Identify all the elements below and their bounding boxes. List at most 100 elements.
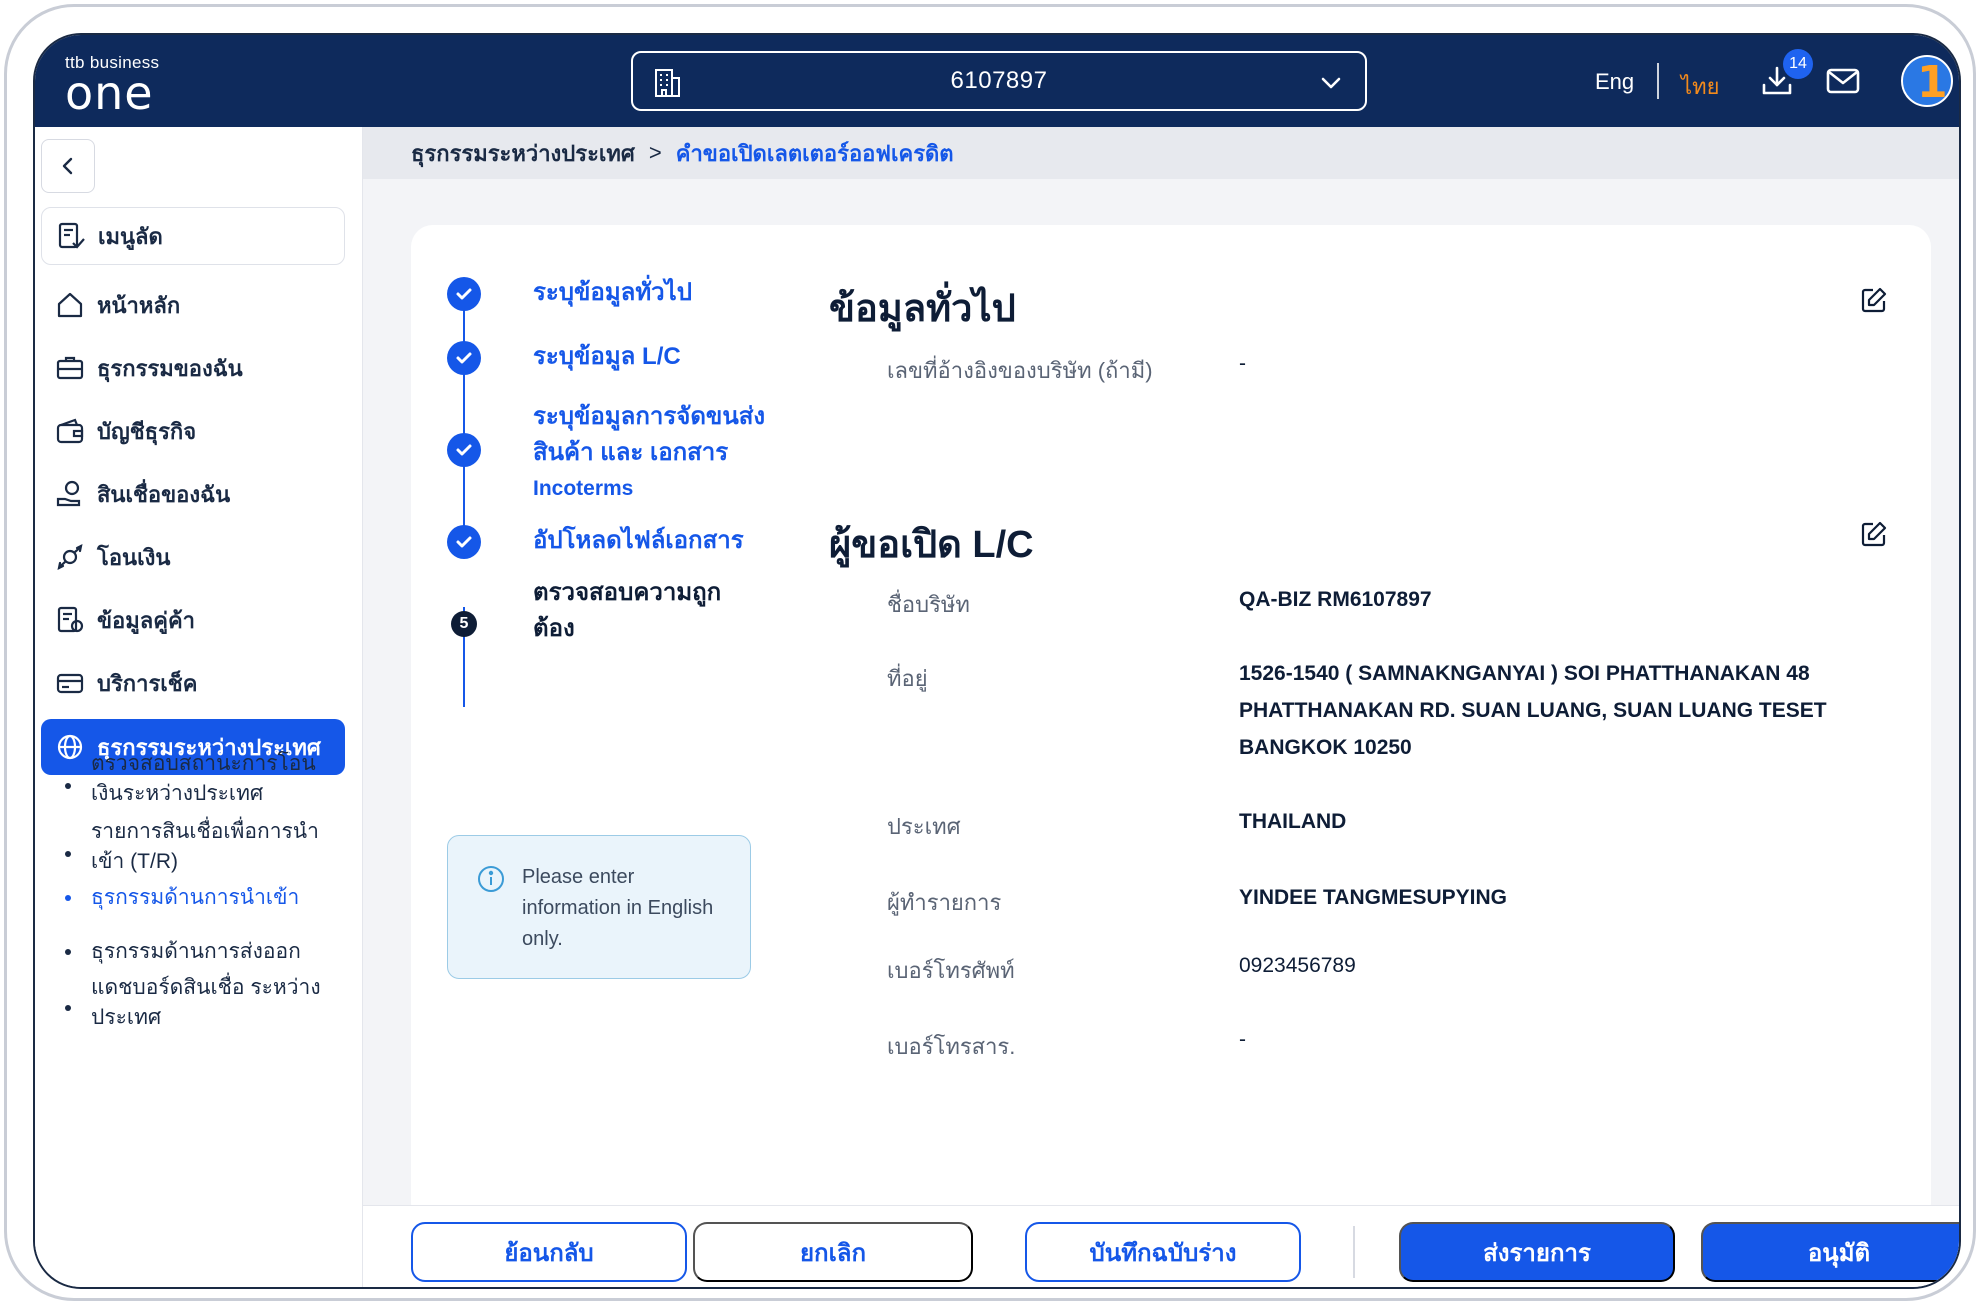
bullet-icon (65, 895, 71, 901)
ref-value: - (1239, 352, 1246, 375)
sidebar-item-label: หน้าหลัก (97, 292, 181, 318)
language-divider (1657, 63, 1659, 99)
transfer-icon (57, 544, 83, 570)
edit-icon[interactable] (1859, 285, 1889, 315)
sidebar-item-transfer[interactable]: โอนเงิน (41, 529, 345, 585)
sidebar-item-my-loans[interactable]: สินเชื่อของฉัน (41, 466, 345, 522)
sidebar-item-label: บริการเช็ค (97, 670, 198, 696)
address-line1: 1526-1540 ( SAMNAKNGANYAI ) SOI PHATTHAN… (1239, 662, 1810, 685)
edit-icon[interactable] (1859, 519, 1889, 549)
maker-label: ผู้ทำรายการ (887, 890, 1002, 915)
fax-value: - (1239, 1028, 1246, 1051)
section-title-general: ข้อมูลทั่วไป (829, 288, 1016, 330)
breadcrumb-separator: > (648, 140, 662, 165)
partner-doc-icon (57, 606, 84, 633)
country-value: THAILAND (1239, 810, 1347, 833)
app-logo[interactable]: ttb business one (65, 53, 159, 120)
step-number-badge: 5 (451, 611, 477, 637)
breadcrumb-parent[interactable]: ธุรกรรมระหว่างประเทศ (411, 136, 635, 171)
chevron-down-icon (1321, 77, 1341, 89)
avatar[interactable]: 1 (1901, 55, 1953, 107)
logo-big-text: one (65, 66, 154, 120)
maker-value: YINDEE TANGMESUPYING (1239, 886, 1507, 909)
check-icon (447, 341, 481, 375)
sidebar-item-label: โอนเงิน (97, 544, 171, 570)
globe-icon (57, 734, 83, 760)
country-label: ประเทศ (887, 814, 961, 839)
sidebar-subitem-transfer-status[interactable]: ตรวจสอบสถานะการโอนเงินระหว่างประเทศ (91, 749, 341, 809)
briefcase-icon (56, 356, 84, 380)
chevron-left-icon (62, 157, 73, 175)
sidebar-subitem-trust-receipt[interactable]: รายการสินเชื่อเพื่อการนำเข้า (T/R) (91, 817, 341, 877)
bullet-icon (65, 851, 71, 857)
step-label: อัปโหลดไฟล์เอกสาร (533, 527, 744, 554)
sidebar-item-partners[interactable]: ข้อมูลคู่ค้า (41, 592, 345, 648)
wallet-icon (56, 418, 84, 444)
language-thai[interactable]: ไทย (1681, 69, 1719, 104)
sidebar: เมนูลัด หน้าหลัก ธุรกรรมของฉัน บัญชีธุรก… (35, 127, 363, 1287)
cheque-icon (56, 673, 84, 694)
top-bar: ttb business one 6107897 Eng ไทย 14 1 (35, 35, 1959, 127)
stepper-line (463, 301, 465, 557)
action-footer: ย้อนกลับ ยกเลิก บันทึกฉบับร่าง ส่งรายการ… (363, 1205, 1959, 1287)
ref-label: เลขที่อ้างอิงของบริษัท (ถ้ามี) (887, 358, 1153, 383)
sidebar-item-my-transactions[interactable]: ธุรกรรมของฉัน (41, 340, 345, 396)
sidebar-item-label: บัญชีธุรกิจ (97, 418, 197, 444)
section-title-applicant: ผู้ขอเปิด L/C (829, 524, 1034, 566)
loan-hand-icon (56, 480, 81, 507)
submit-button[interactable]: ส่งรายการ (1399, 1222, 1675, 1282)
sidebar-item-cheque[interactable]: บริการเช็ค (41, 655, 345, 711)
sidebar-subitem-export[interactable]: ธุรกรรมด้านการส่งออก (91, 937, 341, 967)
check-icon (447, 433, 481, 467)
app-screen: ttb business one 6107897 Eng ไทย 14 1 เม… (33, 33, 1961, 1289)
collapse-sidebar-button[interactable] (41, 139, 95, 193)
approve-button[interactable]: อนุมัติ (1701, 1222, 1959, 1282)
breadcrumb: ธุรกรรมระหว่างประเทศ > คำขอเปิดเลตเตอร์อ… (363, 127, 1959, 179)
account-number: 6107897 (950, 67, 1048, 94)
quick-menu-label: เมนูลัด (98, 223, 163, 249)
building-icon (655, 69, 680, 97)
back-button[interactable]: ย้อนกลับ (411, 1222, 687, 1282)
mail-icon[interactable] (1825, 65, 1861, 97)
phone-value: 0923456789 (1239, 954, 1356, 977)
save-draft-button[interactable]: บันทึกฉบับร่าง (1025, 1222, 1301, 1282)
language-english[interactable]: Eng (1595, 69, 1634, 95)
cancel-button[interactable]: ยกเลิก (693, 1222, 973, 1282)
quick-menu-icon (58, 222, 85, 249)
bullet-icon (65, 949, 71, 955)
step-label: ระบุข้อมูลทั่วไป (533, 279, 692, 306)
account-selector[interactable]: 6107897 (631, 51, 1367, 111)
bullet-icon (65, 1005, 71, 1011)
sidebar-item-label: ธุรกรรมของฉัน (97, 355, 243, 381)
step-sublabel: Incoterms (533, 477, 634, 500)
step-label: ระบุข้อมูล L/C (533, 343, 681, 370)
check-icon (447, 525, 481, 559)
sidebar-item-business-accounts[interactable]: บัญชีธุรกิจ (41, 403, 345, 459)
info-text: Please enter information in English only… (522, 866, 714, 950)
address-line2: PHATTHANAKAN RD. SUAN LUANG, SUAN LUANG … (1239, 699, 1827, 722)
home-icon (57, 292, 83, 318)
device-frame: ttb business one 6107897 Eng ไทย 14 1 เม… (4, 4, 1976, 1301)
info-icon (478, 866, 504, 892)
check-icon (447, 277, 481, 311)
step-label: ตรวจสอบความถูกต้อง (533, 579, 722, 642)
footer-divider (1353, 1226, 1355, 1278)
sidebar-item-label: ข้อมูลคู่ค้า (97, 607, 196, 633)
sidebar-item-home[interactable]: หน้าหลัก (41, 277, 345, 333)
address-label: ที่อยู่ (887, 666, 928, 691)
main-card: ระบุข้อมูลทั่วไป ระบุข้อมูล L/C ระบุข้อม… (411, 225, 1931, 1225)
download-count-badge: 14 (1783, 49, 1813, 79)
address-line3: BANGKOK 10250 (1239, 736, 1412, 759)
company-label: ชื่อบริษัท (887, 592, 970, 617)
quick-menu-button[interactable]: เมนูลัด (41, 207, 345, 265)
info-notice: Please enter information in English only… (447, 835, 751, 979)
sidebar-subitem-credit-dashboard[interactable]: แดชบอร์ดสินเชื่อ ระหว่างประเทศ (91, 973, 341, 1033)
avatar-logo-icon: 1 (1917, 57, 1948, 107)
sidebar-subitem-import[interactable]: ธุรกรรมด้านการนำเข้า (91, 883, 341, 913)
breadcrumb-current: คำขอเปิดเลตเตอร์ออฟเครดิต (675, 140, 954, 166)
phone-label: เบอร์โทรศัพท์ (887, 958, 1015, 983)
company-value: QA-BIZ RM6107897 (1239, 588, 1432, 611)
fax-label: เบอร์โทรสาร. (887, 1034, 1016, 1059)
sidebar-item-label: สินเชื่อของฉัน (97, 481, 231, 507)
bullet-icon (65, 783, 71, 789)
